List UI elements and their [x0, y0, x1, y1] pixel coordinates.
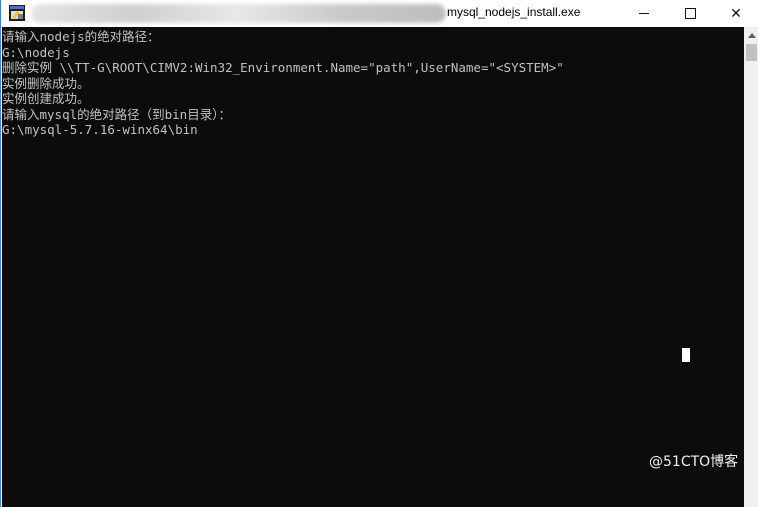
console-window: mysql_nodejs_install.exe ✕ 请输入nodejs的绝对路…	[0, 0, 758, 507]
console-app-icon[interactable]	[9, 5, 25, 21]
close-button[interactable]: ✕	[713, 0, 758, 27]
console-lines: 请输入nodejs的绝对路径： G:\nodejs 删除实例 \\TT-G\RO…	[2, 29, 564, 138]
scrollbar-thumb[interactable]	[746, 44, 757, 61]
maximize-button[interactable]	[667, 0, 713, 27]
console-line: 实例删除成功。	[2, 75, 90, 91]
console-output-area[interactable]: 请输入nodejs的绝对路径： G:\nodejs 删除实例 \\TT-G\RO…	[2, 27, 744, 507]
console-line: G:\nodejs	[2, 44, 70, 60]
title-bar[interactable]: mysql_nodejs_install.exe ✕	[1, 0, 758, 27]
redacted-title-region	[31, 4, 446, 23]
text-cursor	[682, 348, 690, 362]
vertical-scrollbar[interactable]	[744, 27, 758, 507]
minimize-button[interactable]	[621, 0, 667, 27]
window-title: mysql_nodejs_install.exe	[447, 5, 581, 19]
console-line: G:\mysql-5.7.16-winx64\bin	[2, 122, 198, 137]
close-icon: ✕	[730, 5, 742, 22]
console-line: 请输入nodejs的绝对路径：	[2, 29, 160, 44]
maximize-icon	[684, 8, 696, 19]
console-line: 实例创建成功。	[2, 91, 90, 106]
console-line: 删除实例 \\TT-G\ROOT\CIMV2:Win32_Environment…	[2, 60, 564, 75]
minimize-icon	[639, 13, 649, 14]
chevron-up-icon[interactable]	[744, 27, 758, 44]
watermark: @51CTO博客	[649, 454, 739, 470]
console-line: 请输入mysql的绝对路径（到bin目录）：	[2, 106, 231, 122]
